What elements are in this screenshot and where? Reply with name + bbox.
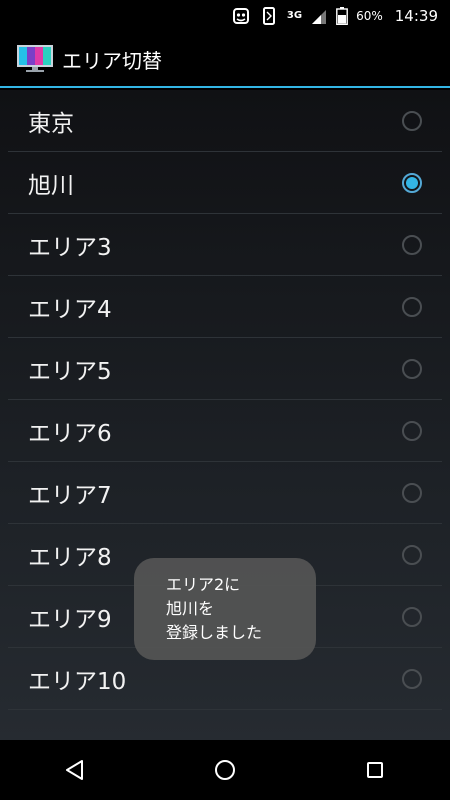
area-item-asahikawa[interactable]: 旭川 (8, 152, 442, 214)
radio-button[interactable] (402, 110, 422, 131)
area-label: エリア9 (28, 606, 112, 633)
clock: 14:39 (394, 7, 438, 25)
toast-message: エリア2に 旭川を 登録しました (134, 558, 316, 660)
radio-button[interactable] (402, 234, 422, 255)
radio-button[interactable] (402, 606, 422, 627)
area-label: エリア8 (28, 544, 112, 571)
toast-line: エリア2に (166, 575, 241, 594)
status-bar: 3G 60% 14:39 (0, 0, 450, 32)
tv-monitor-icon (16, 44, 54, 74)
area-label: 旭川 (28, 172, 74, 199)
area-label: エリア3 (28, 234, 112, 261)
home-button[interactable] (195, 740, 255, 800)
area-label: エリア6 (28, 420, 112, 447)
home-circle-icon (215, 760, 235, 780)
area-item-5[interactable]: エリア5 (8, 338, 442, 400)
back-triangle-icon (66, 760, 83, 780)
radio-button[interactable] (402, 420, 422, 441)
area-label: エリア10 (28, 668, 127, 695)
area-label: エリア7 (28, 482, 112, 509)
back-button[interactable] (45, 740, 105, 800)
signal-icon (310, 8, 328, 24)
radio-button[interactable] (402, 296, 422, 317)
area-item-4[interactable]: エリア4 (8, 276, 442, 338)
page-title: エリア切替 (62, 48, 162, 73)
navigation-bar (0, 740, 450, 800)
area-label: エリア4 (28, 296, 112, 323)
area-label: エリア5 (28, 358, 112, 385)
vibrate-icon (259, 6, 279, 26)
toast-line: 登録しました (166, 623, 263, 642)
network-type: 3G (286, 10, 303, 21)
radio-button-selected[interactable] (402, 172, 422, 193)
toast-line: 旭川を (166, 599, 215, 618)
battery-percent: 60% (356, 9, 383, 23)
area-label: 東京 (28, 110, 74, 137)
radio-button[interactable] (402, 482, 422, 503)
notification-icon (231, 6, 251, 26)
area-item-7[interactable]: エリア7 (8, 462, 442, 524)
area-item-6[interactable]: エリア6 (8, 400, 442, 462)
battery-icon (336, 7, 348, 25)
area-item-3[interactable]: エリア3 (8, 214, 442, 276)
radio-button[interactable] (402, 668, 422, 689)
recents-button[interactable] (345, 740, 405, 800)
radio-button[interactable] (402, 358, 422, 379)
radio-button[interactable] (402, 544, 422, 565)
action-bar: エリア切替 (0, 32, 450, 88)
area-item-tokyo[interactable]: 東京 (8, 90, 442, 152)
recents-square-icon (367, 762, 383, 778)
